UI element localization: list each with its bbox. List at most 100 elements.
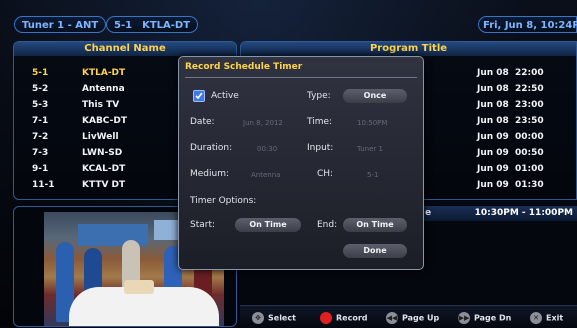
program-time: 01:30 (515, 180, 544, 190)
end-option-button[interactable]: On Time (343, 218, 407, 232)
channel-name: KTTV DT (82, 180, 126, 190)
control-bar: ✥ Select Record ◀◀ Page Up ▶▶ Page Dn ✕ Exit (240, 305, 577, 328)
duration-value[interactable]: 00:30 (257, 145, 277, 153)
record-icon (320, 312, 332, 324)
program-time: 23:00 (515, 100, 544, 110)
program-date: Jun 08 (477, 100, 509, 110)
dialog-divider (185, 77, 417, 78)
channel-number: 11-1 (32, 180, 55, 190)
program-time-range: 10:30PM - 11:00PM (474, 208, 573, 218)
current-channel-number: 5-1 (114, 20, 133, 31)
program-time: 22:00 (515, 68, 544, 78)
program-info-title-partial: e (425, 208, 432, 218)
program-row[interactable]: Jun 08 23:50 (477, 114, 544, 128)
select-control[interactable]: ✥ Select (252, 312, 296, 324)
date-value[interactable]: Jun 8, 2012 (243, 119, 283, 127)
datetime-indicator: Fri, Jun 8, 10:24PM (478, 16, 577, 33)
program-date: Jun 09 (477, 132, 509, 142)
medium-label: Medium: (190, 169, 230, 179)
channel-list-header: Channel Name (14, 42, 236, 56)
channel-number: 7-1 (32, 116, 49, 126)
select-dpad-icon: ✥ (252, 312, 264, 324)
channel-row[interactable]: 5-1 KTLA-DT (32, 66, 125, 80)
start-option-button[interactable]: On Time (235, 218, 301, 232)
input-label: Input: (307, 143, 334, 153)
program-time: 00:50 (515, 148, 544, 158)
channel-row[interactable]: 9-1 KCAL-DT (32, 162, 125, 176)
program-date: Jun 08 (477, 68, 509, 78)
current-channel-indicator: 5-1 KTLA-DT (106, 16, 199, 33)
channel-number: 5-1 (32, 68, 49, 78)
program-row[interactable]: Jun 08 22:50 (477, 82, 544, 96)
program-time: 01:00 (515, 164, 544, 174)
record-control[interactable]: Record (320, 312, 368, 324)
program-row[interactable]: Jun 09 00:00 (477, 130, 544, 144)
exit-label: Exit (546, 313, 564, 323)
channel-name: LivWell (82, 132, 119, 142)
medium-value[interactable]: Antenna (251, 171, 280, 179)
program-row[interactable]: Jun 08 22:00 (477, 66, 544, 80)
program-date: Jun 09 (477, 148, 509, 158)
end-label: End: (317, 220, 338, 230)
active-checkbox[interactable] (193, 90, 205, 102)
channel-name: KCAL-DT (82, 164, 126, 174)
input-value[interactable]: Tuner 1 (357, 145, 383, 153)
type-select-button[interactable]: Once (343, 89, 407, 103)
time-label: Time: (307, 117, 333, 127)
exit-icon: ✕ (530, 312, 542, 324)
channel-name: LWN-SD (82, 148, 123, 158)
channel-row[interactable]: 5-3 This TV (32, 98, 119, 112)
ch-label: CH: (317, 169, 334, 179)
tuner-indicator: Tuner 1 - ANT (14, 16, 107, 33)
date-label: Date: (190, 117, 215, 127)
program-row[interactable]: Jun 09 00:50 (477, 146, 544, 160)
program-date: Jun 09 (477, 164, 509, 174)
record-schedule-dialog: Record Schedule Timer Active Type: Once … (178, 56, 424, 270)
program-date: Jun 09 (477, 180, 509, 190)
channel-number: 7-3 (32, 148, 49, 158)
record-label: Record (336, 313, 368, 323)
program-time: 00:00 (515, 132, 544, 142)
time-value[interactable]: 10:50PM (357, 119, 387, 127)
channel-name: This TV (82, 100, 120, 110)
active-label: Active (211, 91, 239, 101)
type-label: Type: (307, 91, 331, 101)
channel-number: 9-1 (32, 164, 49, 174)
program-row[interactable]: Jun 09 01:00 (477, 162, 544, 176)
program-time: 23:50 (515, 116, 544, 126)
channel-number: 5-2 (32, 84, 49, 94)
duration-label: Duration: (190, 143, 233, 153)
tuner-label: Tuner 1 - ANT (22, 20, 99, 31)
channel-number: 5-3 (32, 100, 49, 110)
program-date: Jun 08 (477, 116, 509, 126)
channel-row[interactable]: 5-2 Antenna (32, 82, 125, 96)
check-icon (195, 92, 203, 100)
page-down-control[interactable]: ▶▶ Page Dn (458, 312, 511, 324)
program-row[interactable]: Jun 09 01:30 (477, 178, 544, 192)
program-date: Jun 08 (477, 84, 509, 94)
channel-row[interactable]: 11-1 KTTV DT (32, 178, 125, 192)
channel-name: KABC-DT (82, 116, 127, 126)
timer-options-label: Timer Options: (190, 196, 257, 206)
channel-row[interactable]: 7-2 LivWell (32, 130, 119, 144)
datetime-text: Fri, Jun 8, 10:24PM (483, 20, 577, 31)
dialog-title: Record Schedule Timer (185, 62, 303, 72)
start-label: Start: (190, 220, 216, 230)
page-up-icon: ◀◀ (386, 312, 398, 324)
channel-name: Antenna (82, 84, 125, 94)
current-channel-name: KTLA-DT (142, 20, 191, 31)
done-button[interactable]: Done (343, 244, 407, 258)
exit-control[interactable]: ✕ Exit (530, 312, 563, 324)
page-up-control[interactable]: ◀◀ Page Up (386, 312, 439, 324)
ch-value[interactable]: 5-1 (367, 171, 378, 179)
channel-name: KTLA-DT (82, 68, 126, 78)
program-row[interactable]: Jun 08 23:00 (477, 98, 544, 112)
channel-row[interactable]: 7-1 KABC-DT (32, 114, 127, 128)
program-time: 22:50 (515, 84, 544, 94)
channel-number: 7-2 (32, 132, 49, 142)
channel-row[interactable]: 7-3 LWN-SD (32, 146, 122, 160)
select-label: Select (268, 313, 296, 323)
program-list-header: Program Title (241, 42, 576, 56)
page-down-label: Page Dn (474, 313, 512, 323)
page-down-icon: ▶▶ (458, 312, 470, 324)
